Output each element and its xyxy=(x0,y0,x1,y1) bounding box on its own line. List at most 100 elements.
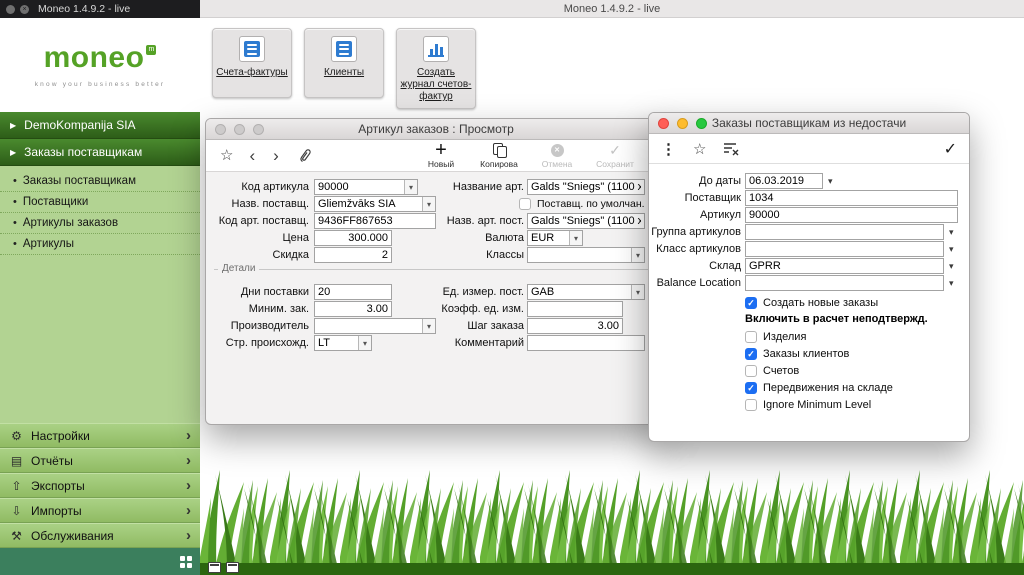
dropdown-arrow-icon[interactable]: ▾ xyxy=(949,228,954,237)
products-checkbox[interactable]: Изделия xyxy=(745,330,806,344)
article-name-input[interactable] xyxy=(527,179,645,195)
dropdown-arrow-icon[interactable]: ▾ xyxy=(358,336,371,350)
back-icon[interactable]: ‹ xyxy=(249,147,255,164)
shortage-window-titlebar[interactable]: Заказы поставщикам из недостачи xyxy=(649,113,969,134)
sidebar-section-company[interactable]: ▶ DemoKompanija SIA xyxy=(0,112,200,139)
balance-location-input[interactable] xyxy=(745,275,944,291)
supplier-input[interactable] xyxy=(745,190,958,206)
sidebar-item-settings[interactable]: ⚙ Настройки › xyxy=(0,423,200,448)
attachment-icon[interactable] xyxy=(298,148,312,163)
window-icon[interactable] xyxy=(226,562,239,573)
minimize-icon[interactable] xyxy=(234,124,245,135)
supplier-unit-label: Ед. измер. пост. xyxy=(406,286,524,299)
menu-dots-icon[interactable]: ⋮ xyxy=(661,140,676,158)
supplier-name-input[interactable] xyxy=(315,197,422,211)
favorite-star-icon[interactable]: ☆ xyxy=(220,148,233,163)
origin-country-combobox: ▾ xyxy=(314,335,372,351)
sidebar-item-articles[interactable]: • Артикулы xyxy=(0,234,200,255)
dropdown-arrow-icon[interactable]: ▾ xyxy=(631,248,644,262)
until-date-input[interactable] xyxy=(745,173,823,189)
action-buttons: + Новый Копирова Отмена ✓ Сохранит xyxy=(418,143,656,169)
min-order-input[interactable] xyxy=(314,301,392,317)
ignore-minimum-level-checkbox[interactable]: Ignore Minimum Level xyxy=(745,398,871,412)
warehouse-movements-checkbox[interactable]: Передвижения на складе xyxy=(745,381,893,395)
sidebar-item-supplier-orders[interactable]: • Заказы поставщикам xyxy=(0,171,200,192)
grid-icon[interactable] xyxy=(180,556,192,568)
cancel-button[interactable]: Отмена xyxy=(534,143,580,169)
bullet-icon: • xyxy=(13,217,17,229)
sidebar-item-label: Обслуживания xyxy=(31,529,186,543)
dropdown-arrow-icon[interactable]: ▾ xyxy=(949,262,954,271)
manufacturer-label: Производитель xyxy=(206,320,309,333)
dropdown-arrow-icon[interactable]: ▾ xyxy=(631,285,644,299)
copy-button[interactable]: Копирова xyxy=(476,143,522,169)
zoom-icon[interactable] xyxy=(696,118,707,129)
classes-input[interactable] xyxy=(528,248,631,262)
client-orders-checkbox[interactable]: Заказы клиентов xyxy=(745,347,849,361)
sidebar-item-imports[interactable]: ⇩ Импорты › xyxy=(0,498,200,523)
comment-input[interactable] xyxy=(527,335,645,351)
zoom-icon[interactable] xyxy=(253,124,264,135)
sidebar-item-order-articles[interactable]: • Артикулы заказов xyxy=(0,213,200,234)
favorite-star-icon[interactable]: ☆ xyxy=(693,140,706,158)
invoices-checkbox[interactable]: Счетов xyxy=(745,364,799,378)
article-window-titlebar[interactable]: Артикул заказов : Просмотр xyxy=(206,119,666,140)
action-label: Сохранит xyxy=(596,159,634,169)
supplier-article-name-input[interactable] xyxy=(527,213,645,229)
sidebar-titlebar[interactable]: Moneo 1.4.9.2 - live xyxy=(0,0,200,18)
currency-input[interactable] xyxy=(528,231,569,245)
main-window-titlebar[interactable]: Moneo 1.4.9.2 - live xyxy=(200,0,1024,18)
default-supplier-checkbox[interactable]: Поставщ. по умолчан. xyxy=(519,197,645,211)
dropdown-arrow-icon[interactable]: ▾ xyxy=(949,245,954,254)
delivery-days-input[interactable] xyxy=(314,284,392,300)
close-icon[interactable] xyxy=(658,118,669,129)
shortcut-invoices[interactable]: Счета-фактуры xyxy=(212,28,292,98)
shortcut-clients[interactable]: Клиенты xyxy=(304,28,384,98)
article-group-input[interactable] xyxy=(745,224,944,240)
sidebar-item-suppliers[interactable]: • Поставщики xyxy=(0,192,200,213)
run-check-icon[interactable]: ✓ xyxy=(944,139,957,159)
new-button[interactable]: + Новый xyxy=(418,143,464,169)
window-icon[interactable] xyxy=(208,562,221,573)
supplier-label: Поставщик xyxy=(649,192,741,205)
create-new-orders-checkbox[interactable]: Создать новые заказы xyxy=(745,296,878,310)
save-button[interactable]: ✓ Сохранит xyxy=(592,143,638,169)
expand-arrow-icon: ▶ xyxy=(10,148,16,157)
gear-icon: ⚙ xyxy=(9,429,24,443)
copy-icon xyxy=(493,143,506,157)
minimize-icon[interactable] xyxy=(677,118,688,129)
window-button-icon[interactable] xyxy=(6,5,15,14)
invoices-list-icon xyxy=(239,36,265,62)
clear-filter-icon[interactable] xyxy=(723,142,739,156)
close-icon[interactable] xyxy=(215,124,226,135)
sidebar-section-supplier-orders[interactable]: ▶ Заказы поставщикам xyxy=(0,139,200,166)
dropdown-arrow-icon[interactable]: ▾ xyxy=(569,231,582,245)
article-code-label: Код артикула xyxy=(206,181,309,194)
supplier-unit-input[interactable] xyxy=(528,285,631,299)
order-step-input[interactable] xyxy=(527,318,623,334)
sidebar-menu: • Заказы поставщикам • Поставщики • Арти… xyxy=(0,166,200,423)
article-code-input[interactable] xyxy=(315,180,404,194)
sidebar-item-maintenance[interactable]: ⚒ Обслуживания › xyxy=(0,523,200,548)
article-group-label: Группа артикулов xyxy=(649,226,741,239)
sidebar-item-reports[interactable]: ▤ Отчёты › xyxy=(0,448,200,473)
article-class-input[interactable] xyxy=(745,241,944,257)
unit-coefficient-input[interactable] xyxy=(527,301,623,317)
forward-icon[interactable]: › xyxy=(273,147,279,164)
sidebar-item-exports[interactable]: ⇧ Экспорты › xyxy=(0,473,200,498)
shortcut-create-invoice-journal[interactable]: Создать журнал счетов-фактур xyxy=(396,28,476,109)
checkbox-icon xyxy=(745,399,757,411)
dropdown-arrow-icon[interactable]: ▾ xyxy=(949,279,954,288)
dropdown-arrow-icon[interactable]: ▾ xyxy=(422,197,435,211)
warehouse-input[interactable] xyxy=(745,258,944,274)
supplier-name-label: Назв. поставщ. xyxy=(206,198,309,211)
close-icon[interactable] xyxy=(20,5,29,14)
export-icon: ⇧ xyxy=(9,479,24,493)
origin-country-input[interactable] xyxy=(315,336,358,350)
dropdown-arrow-icon[interactable]: ▾ xyxy=(828,177,833,186)
supplier-unit-combobox: ▾ xyxy=(527,284,645,300)
price-input[interactable] xyxy=(314,230,392,246)
logo-badge-icon: m xyxy=(146,45,156,55)
article-input[interactable] xyxy=(745,207,958,223)
discount-input[interactable] xyxy=(314,247,392,263)
